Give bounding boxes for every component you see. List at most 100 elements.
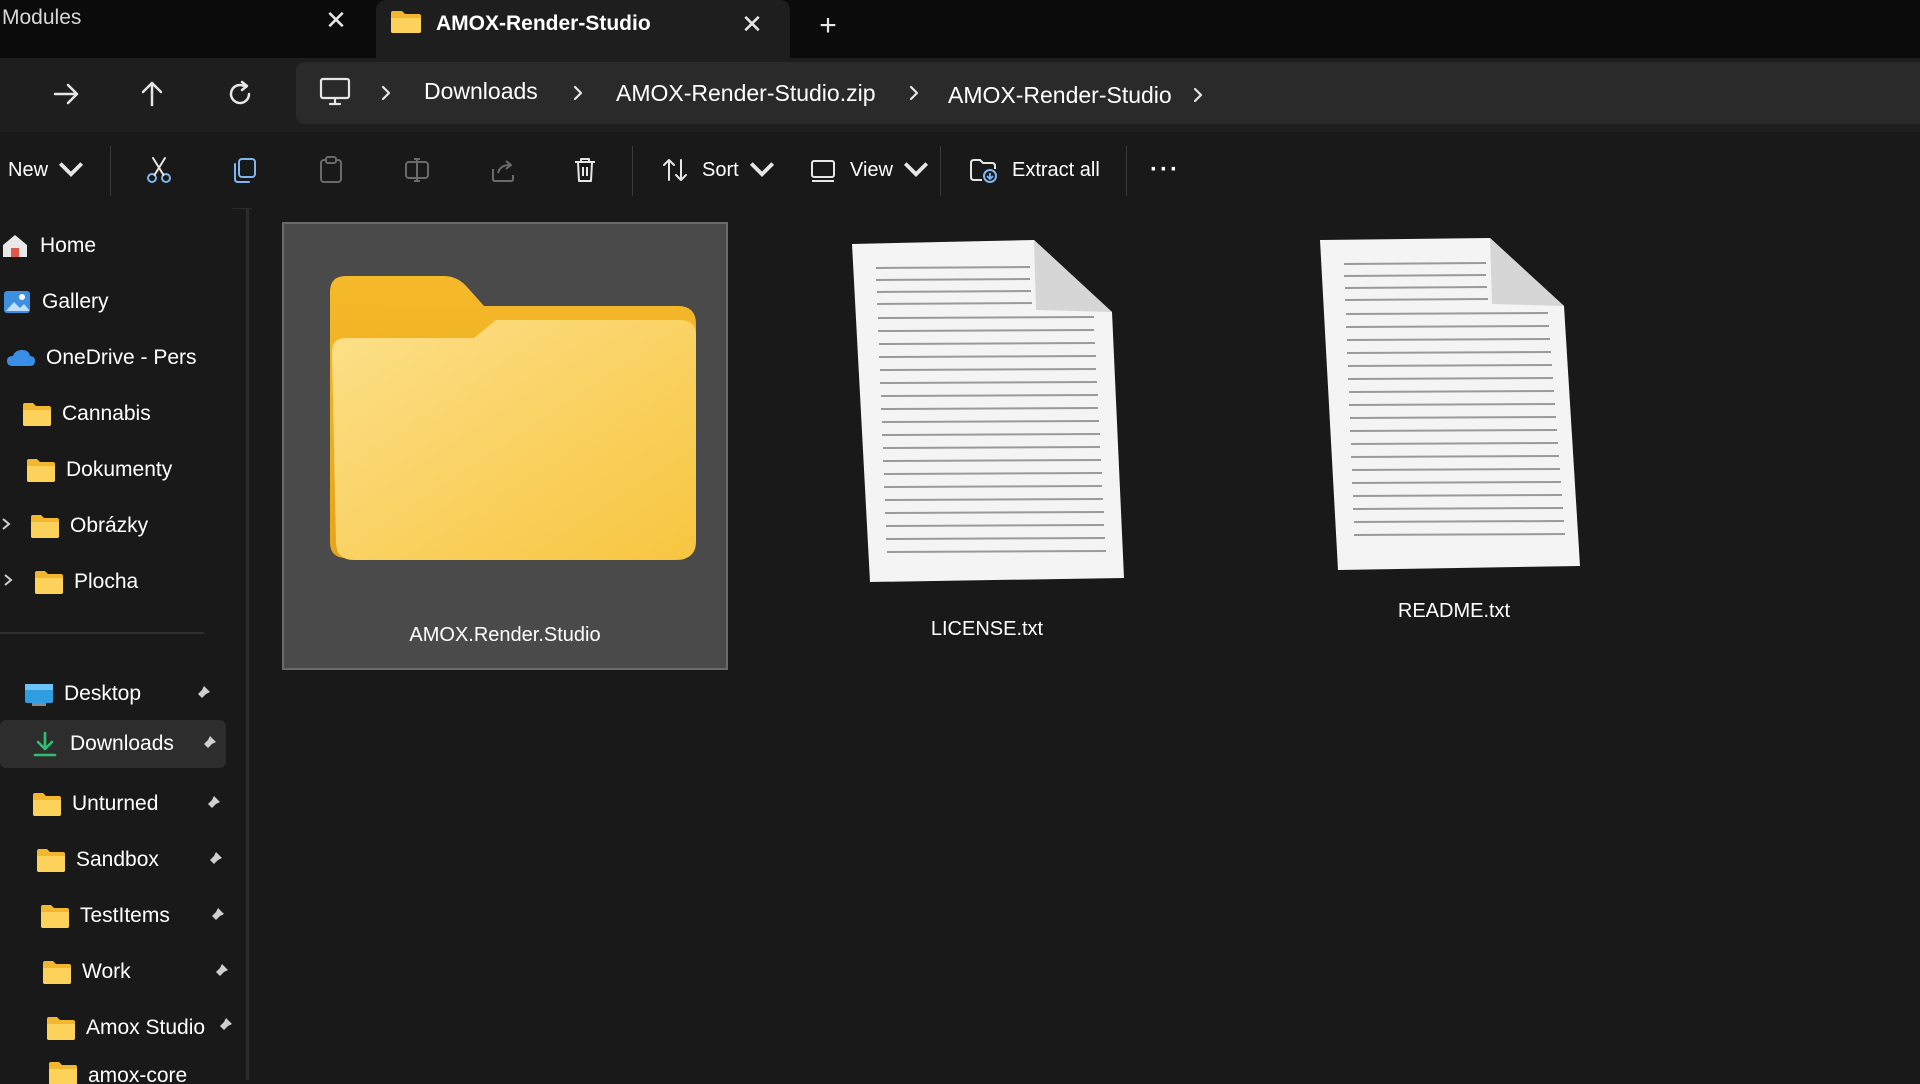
sidebar-item-label: Downloads xyxy=(70,732,174,755)
tab-modules[interactable]: Modules ✕ xyxy=(0,0,370,52)
sidebar-item-work[interactable]: Work xyxy=(42,952,228,992)
up-button[interactable] xyxy=(132,74,172,114)
pin-icon[interactable] xyxy=(204,850,224,870)
sort-button[interactable]: Sort xyxy=(660,150,777,190)
sidebar-item-sandbox[interactable]: Sandbox xyxy=(36,840,222,880)
view-label: View xyxy=(850,158,893,181)
pin-icon[interactable] xyxy=(192,684,212,704)
sidebar-item-dokumenty[interactable]: Dokumenty xyxy=(26,450,172,490)
file-item-readme[interactable]: README.txt xyxy=(1318,236,1590,636)
sidebar-item-label: Work xyxy=(82,960,131,983)
command-bar: New Sort View Extract all ··· xyxy=(0,134,1920,209)
cloud-icon xyxy=(7,350,35,366)
folder-icon xyxy=(37,849,65,872)
sidebar-item-amox-core[interactable]: amox-core xyxy=(48,1060,187,1084)
address-bar[interactable]: Downloads AMOX-Render-Studio.zip AMOX-Re… xyxy=(296,62,1920,124)
delete-button[interactable] xyxy=(570,150,600,190)
folder-icon xyxy=(391,11,421,33)
navigation-bar: Downloads AMOX-Render-Studio.zip AMOX-Re… xyxy=(0,58,1920,132)
file-name: README.txt xyxy=(1397,600,1511,622)
sidebar-item-label: Amox Studio xyxy=(86,1016,206,1039)
sidebar-item-home[interactable]: Home xyxy=(0,226,96,266)
chevron-down-icon xyxy=(58,162,84,178)
folder-icon xyxy=(41,905,69,928)
rename-icon xyxy=(405,158,429,182)
breadcrumb-current-folder[interactable]: AMOX-Render-Studio xyxy=(948,82,1172,109)
chevron-right-icon[interactable] xyxy=(2,572,14,588)
breadcrumb-downloads[interactable]: Downloads xyxy=(424,78,538,105)
view-icon xyxy=(811,160,835,182)
extract-all-button[interactable]: Extract all xyxy=(968,150,1100,190)
folder-icon xyxy=(49,1062,77,1084)
chevron-right-icon[interactable] xyxy=(0,516,12,532)
sidebar-item-onedrive[interactable]: OneDrive - Pers xyxy=(6,338,197,378)
toolbar-divider xyxy=(940,146,941,196)
more-icon: ··· xyxy=(1150,156,1180,183)
copy-icon xyxy=(234,158,256,183)
sidebar-item-gallery[interactable]: Gallery xyxy=(2,282,109,322)
folder-icon xyxy=(31,515,59,538)
breadcrumb-zip[interactable]: AMOX-Render-Studio.zip xyxy=(616,80,876,107)
chevron-right-icon xyxy=(381,85,391,101)
file-name: AMOX.Render.Studio xyxy=(409,624,601,646)
sidebar-item-label: Cannabis xyxy=(62,402,151,425)
new-button[interactable]: New xyxy=(8,150,86,190)
sidebar-item-plocha[interactable]: Plocha xyxy=(34,562,138,602)
share-icon xyxy=(492,160,514,182)
sort-icon xyxy=(663,159,687,181)
pin-icon[interactable] xyxy=(214,1016,234,1036)
sidebar-item-unturned[interactable]: Unturned xyxy=(32,784,220,824)
cut-button[interactable] xyxy=(144,150,174,190)
new-tab-button[interactable]: + xyxy=(812,10,844,42)
sort-label: Sort xyxy=(702,158,739,181)
sidebar-item-label: Sandbox xyxy=(76,848,159,871)
folder-icon xyxy=(47,1017,75,1040)
pin-icon[interactable] xyxy=(210,962,230,982)
folder-large-icon xyxy=(330,276,696,560)
toolbar-divider xyxy=(110,146,111,196)
desktop-icon xyxy=(25,684,53,706)
sidebar-item-label: Gallery xyxy=(42,290,109,313)
pin-icon[interactable] xyxy=(206,906,226,926)
sidebar-item-cannabis[interactable]: Cannabis xyxy=(22,394,151,434)
text-file-icon xyxy=(852,240,1124,582)
file-item-license[interactable]: LICENSE.txt xyxy=(842,238,1132,658)
arrow-up-icon xyxy=(141,81,163,107)
sidebar-item-testitems[interactable]: TestItems xyxy=(40,896,224,936)
close-icon[interactable]: ✕ xyxy=(322,6,350,34)
sidebar-divider xyxy=(0,632,204,634)
refresh-button[interactable] xyxy=(220,74,260,114)
copy-button[interactable] xyxy=(230,150,260,190)
trash-icon xyxy=(575,158,595,182)
navigation-pane: Home Gallery OneDrive - Pers Cannabis Do… xyxy=(0,208,249,1084)
sidebar-item-label: OneDrive - Pers xyxy=(46,346,197,369)
share-button[interactable] xyxy=(488,150,518,190)
close-icon[interactable]: ✕ xyxy=(738,10,766,38)
chevron-right-icon xyxy=(573,85,583,101)
tab-amox-render-studio[interactable]: AMOX-Render-Studio ✕ xyxy=(376,0,790,58)
view-button[interactable]: View xyxy=(808,150,931,190)
chevron-right-icon xyxy=(1193,87,1203,103)
forward-button[interactable] xyxy=(46,74,86,114)
file-item-folder[interactable]: AMOX.Render.Studio xyxy=(282,222,728,670)
more-options-button[interactable]: ··· xyxy=(1150,150,1180,190)
chevron-down-icon xyxy=(749,162,774,178)
paste-button[interactable] xyxy=(316,150,346,190)
pane-splitter[interactable] xyxy=(246,208,249,1080)
sidebar-item-desktop[interactable]: Desktop xyxy=(24,674,210,714)
file-view: AMOX.Render.Studio LICENSE.txt README.tx… xyxy=(252,208,1920,1080)
sidebar-item-label: Unturned xyxy=(72,792,159,815)
pin-icon[interactable] xyxy=(198,734,218,754)
sidebar-item-label: Desktop xyxy=(64,682,142,705)
sidebar-item-amox-studio[interactable]: Amox Studio xyxy=(46,1008,232,1048)
chevron-right-icon xyxy=(909,85,919,101)
sidebar-item-downloads[interactable]: Downloads xyxy=(0,720,226,768)
folder-icon xyxy=(33,793,61,816)
home-icon xyxy=(3,235,27,257)
tab-title: AMOX-Render-Studio xyxy=(436,12,651,35)
toolbar-divider xyxy=(1126,146,1127,196)
sidebar-item-obrazky[interactable]: Obrázky xyxy=(30,506,148,546)
sidebar-item-label: Obrázky xyxy=(70,514,149,537)
pin-icon[interactable] xyxy=(202,794,222,814)
rename-button[interactable] xyxy=(402,150,432,190)
